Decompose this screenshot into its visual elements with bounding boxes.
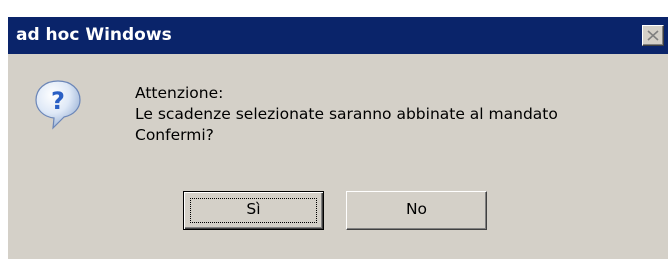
close-icon <box>647 30 659 41</box>
message-text: Attenzione: Le scadenze selezionate sara… <box>135 83 558 146</box>
close-button[interactable] <box>642 25 664 46</box>
title-bar[interactable]: ad hoc Windows <box>8 17 668 54</box>
no-button-label: No <box>405 200 428 218</box>
yes-button[interactable]: Sì <box>183 191 324 230</box>
confirm-dialog: ad hoc Windows ? Attenzione: Le scadenze… <box>7 16 668 259</box>
message-line: Confermi? <box>135 126 214 144</box>
yes-button-label: Sì <box>246 200 261 218</box>
question-glyph: ? <box>51 87 65 115</box>
question-icon: ? <box>34 79 82 131</box>
message-line: Attenzione: <box>135 84 224 102</box>
message-line: Le scadenze selezionate saranno abbinate… <box>135 105 558 123</box>
window-title: ad hoc Windows <box>16 25 172 45</box>
no-button[interactable]: No <box>346 191 487 230</box>
